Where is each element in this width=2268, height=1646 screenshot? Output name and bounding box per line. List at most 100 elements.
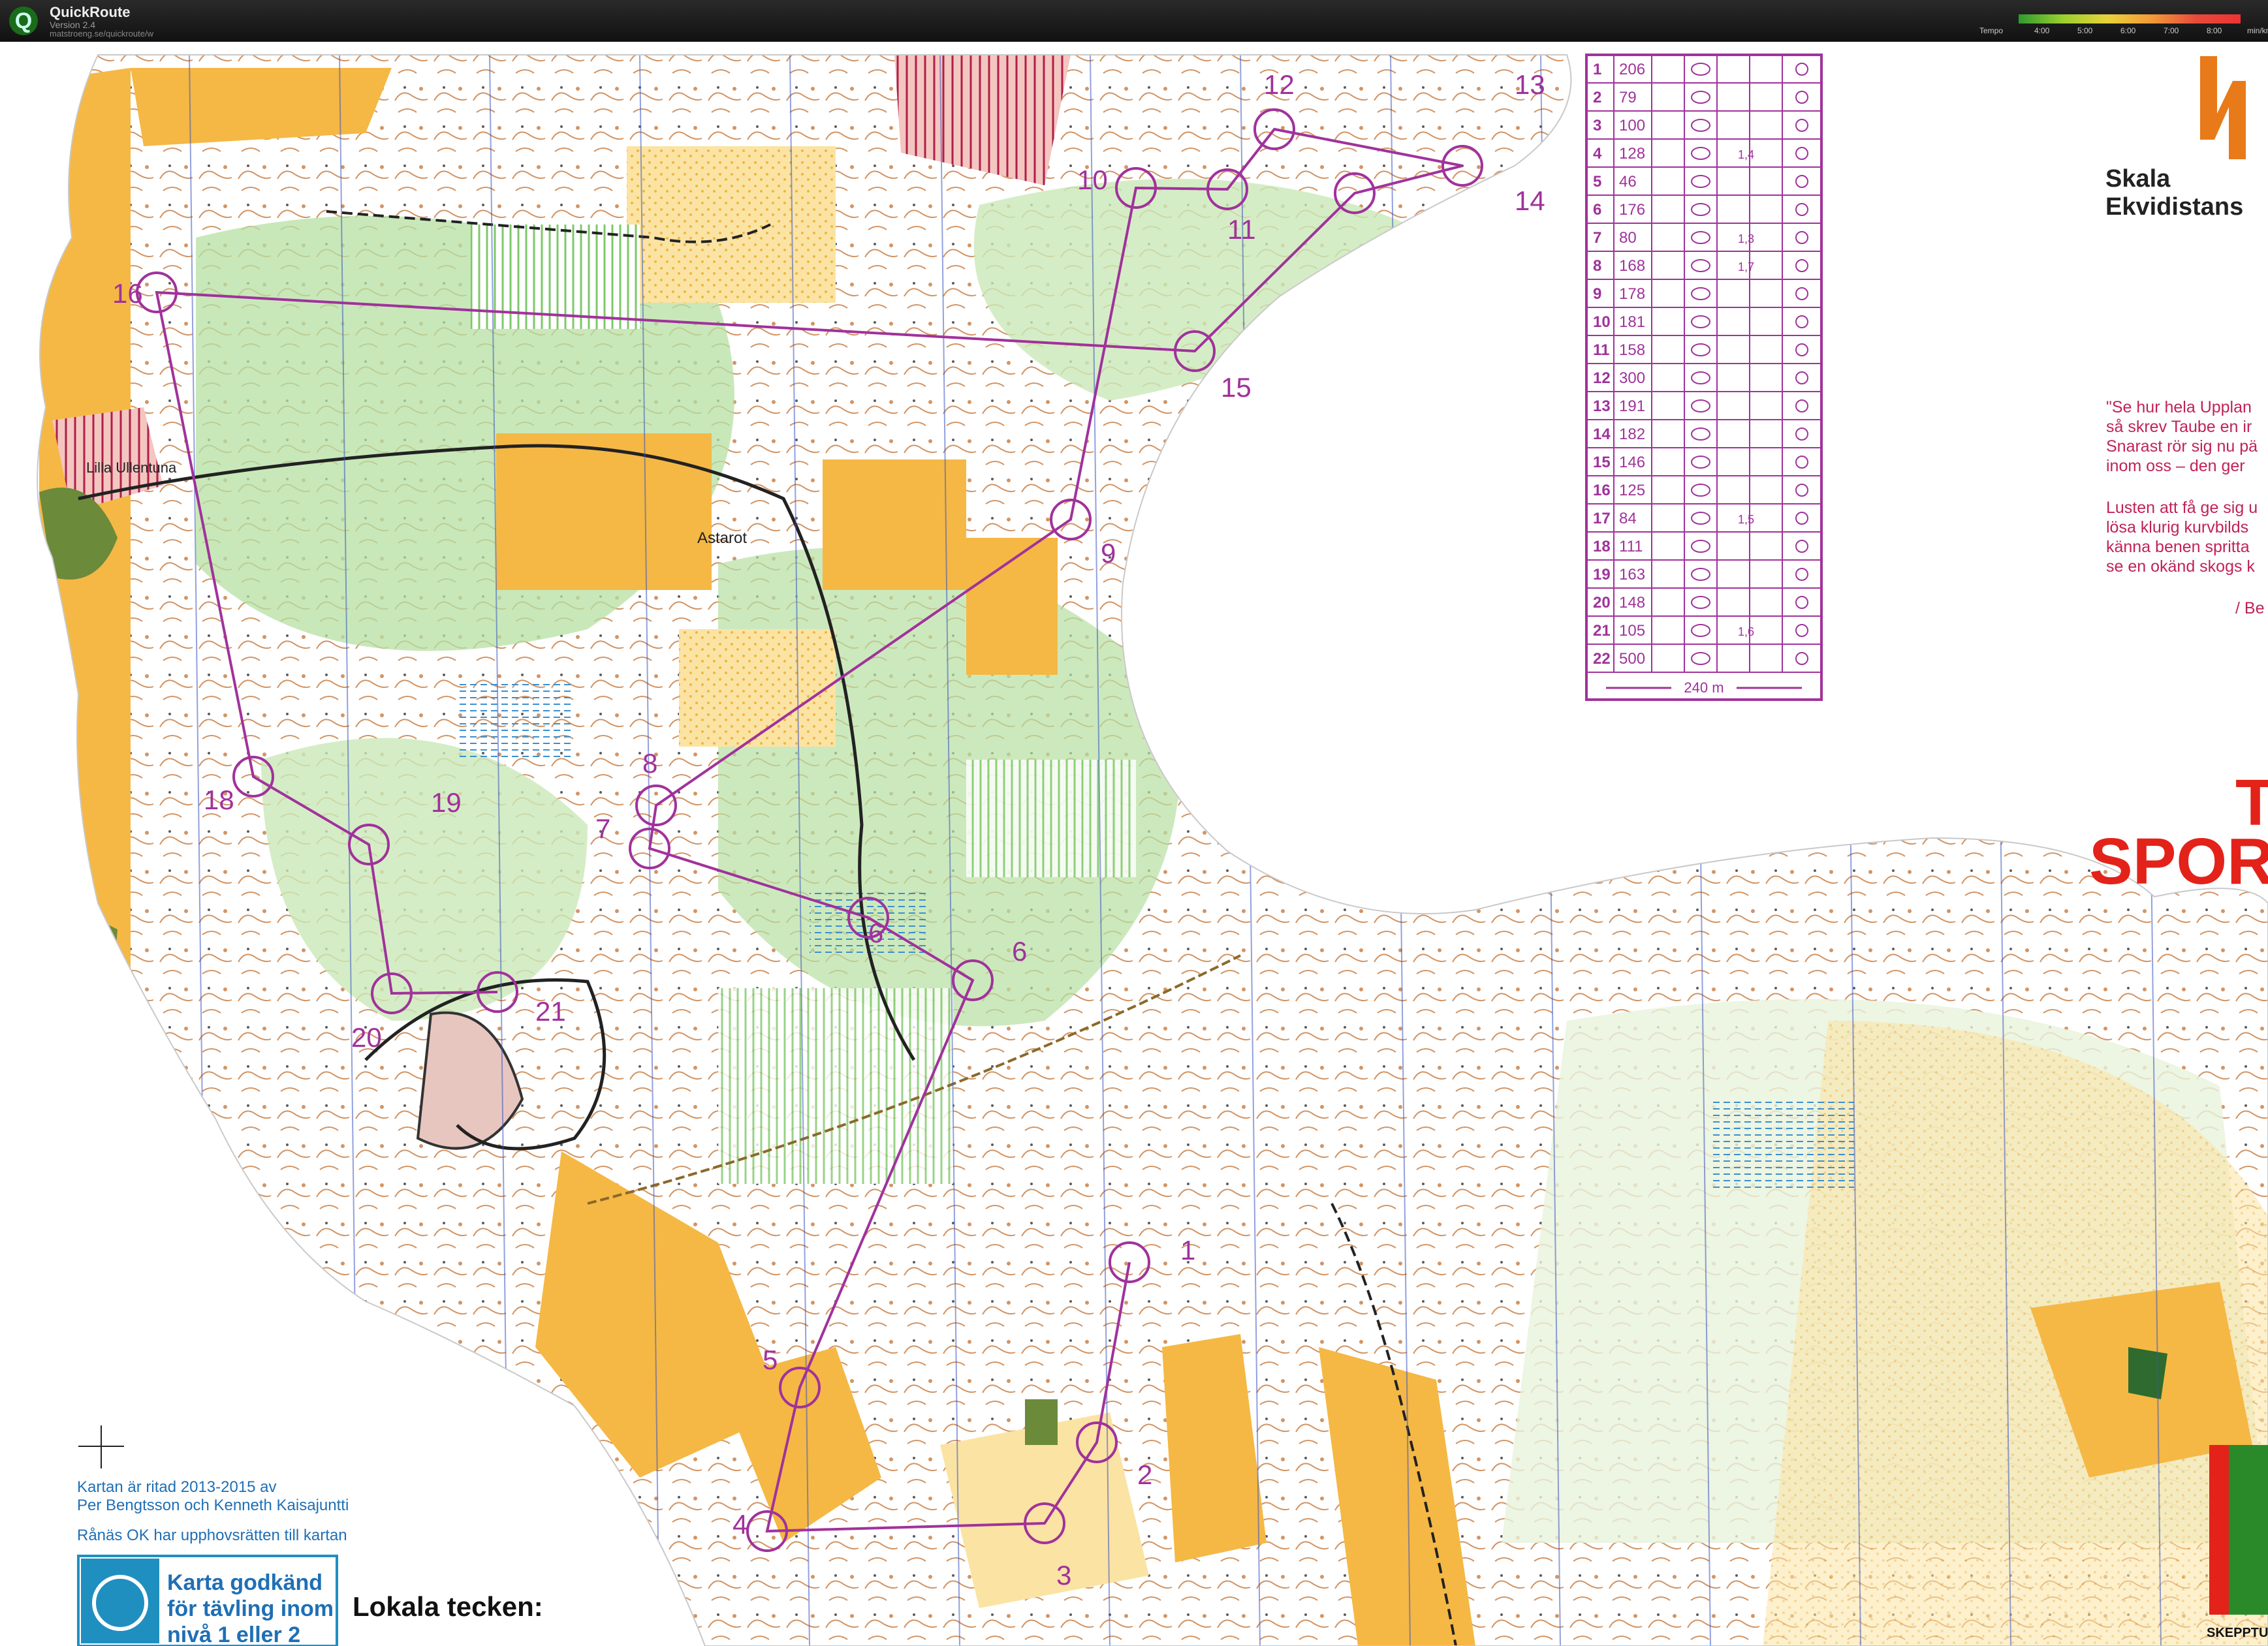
- control-code-cell: 182: [1619, 426, 1645, 443]
- control-number-cell: 8: [1593, 257, 1601, 275]
- control-number-cell: 19: [1593, 566, 1611, 583]
- control-description-table: 1 2062 793 1004 128 1,45 466 1767 80 1,38 168 1,79 1…: [1585, 54, 1823, 701]
- badge-text: Karta godkänd: [167, 1570, 323, 1595]
- control-code-cell: 176: [1619, 201, 1645, 219]
- local-signs-heading: Lokala tecken:: [353, 1591, 543, 1622]
- control-number-label: 7: [595, 813, 610, 844]
- control-number-label: 8: [642, 748, 657, 779]
- control-number-label: 20: [351, 1022, 382, 1053]
- control-number-cell: 6: [1593, 201, 1601, 219]
- control-code-cell: 168: [1619, 257, 1645, 275]
- control-code-cell: 111: [1619, 538, 1643, 555]
- scale-heading: Skala: [2105, 165, 2171, 193]
- control-number-label: 13: [1515, 69, 1545, 100]
- quote-line: Snarast rör sig nu pä: [2106, 437, 2258, 456]
- control-number-cell: 17: [1593, 510, 1611, 527]
- sponsor-logo: [2209, 1445, 2268, 1615]
- control-number-cell: 18: [1593, 538, 1611, 555]
- contour-interval-heading: Ekvidistans: [2105, 193, 2243, 221]
- control-number-label: 16: [112, 278, 143, 309]
- tempo-tick: 5:00: [2077, 26, 2093, 35]
- control-number-cell: 11: [1593, 341, 1609, 359]
- control-number-label: 21: [535, 996, 566, 1027]
- quote-line: "Se hur hela Upplan: [2106, 398, 2252, 416]
- control-code-cell: 191: [1619, 397, 1645, 415]
- course-distance-label: 240 m: [1684, 679, 1724, 696]
- control-code-cell: 105: [1619, 622, 1645, 640]
- control-code-cell: 146: [1619, 454, 1645, 471]
- sponsor-text: SPOR: [2089, 825, 2268, 898]
- badge-text: för tävling inom: [167, 1596, 334, 1621]
- control-number-label: 3: [1056, 1560, 1071, 1591]
- quote-line: lösa klurig kurvbilds: [2106, 518, 2248, 536]
- control-code-cell: 80: [1619, 229, 1637, 247]
- control-number-cell: 20: [1593, 594, 1611, 612]
- control-code-cell: 178: [1619, 285, 1645, 303]
- control-number-cell: 12: [1593, 369, 1611, 387]
- app-title: QuickRoute: [50, 4, 131, 20]
- control-dimension-cell: 1,6: [1738, 625, 1754, 638]
- control-number-label: 12: [1264, 69, 1295, 100]
- control-number-cell: 7: [1593, 229, 1601, 247]
- map-credits: Kartan är ritad 2013-2015 av: [77, 1478, 277, 1496]
- tempo-tick: 8:00: [2207, 26, 2222, 35]
- tempo-tick: 7:00: [2164, 26, 2179, 35]
- app-url: matstroeng.se/quickroute/w: [50, 29, 153, 39]
- quote-signature: / Be: [2235, 599, 2264, 617]
- title-bar: Q QuickRoute Version 2.4 matstroeng.se/q…: [0, 0, 2268, 42]
- control-number-label: 10: [1077, 164, 1108, 195]
- badge-text: nivå 1 eller 2: [167, 1623, 300, 1646]
- control-number-cell: 9: [1593, 285, 1601, 303]
- control-number-label: 1: [1180, 1235, 1195, 1266]
- quote-line: inom oss – den ger: [2106, 457, 2245, 475]
- control-code-cell: 100: [1619, 117, 1645, 134]
- map-canvas[interactable]: 1 2062 793 1004 128 1,45 466 1767 80 1,38 168 1,79 1…: [0, 42, 2268, 1646]
- orienteering-map[interactable]: 1 206 2 79 3 100 4 128 1,4 5 46 6 176 7 80 1,3 8 168 1,7 9 1…: [0, 42, 2268, 1646]
- quote-line: känna benen spritta: [2106, 538, 2250, 556]
- control-number-cell: 3: [1593, 117, 1601, 134]
- control-code-cell: 158: [1619, 341, 1645, 359]
- quickroute-logo-icon: Q: [9, 7, 38, 35]
- control-number-cell: 5: [1593, 173, 1601, 191]
- control-code-cell: 181: [1619, 313, 1645, 331]
- control-number-label: 6: [868, 918, 883, 948]
- control-code-cell: 84: [1619, 510, 1637, 527]
- control-number-cell: 16: [1593, 482, 1611, 499]
- control-number-cell: 1: [1593, 61, 1601, 78]
- control-code-cell: 148: [1619, 594, 1645, 612]
- tempo-tick: 6:00: [2120, 26, 2136, 35]
- control-number-cell: 13: [1593, 397, 1611, 415]
- quote-line: så skrev Taube en ir: [2106, 418, 2252, 436]
- control-number-label: 14: [1515, 185, 1545, 216]
- control-code-cell: 500: [1619, 650, 1645, 668]
- control-number-label: 15: [1221, 372, 1252, 403]
- control-number-label: 6: [1012, 936, 1027, 967]
- control-number-label: 4: [732, 1509, 748, 1540]
- map-credits: Per Bengtsson och Kenneth Kaisajuntti: [77, 1497, 349, 1514]
- control-code-cell: 163: [1619, 566, 1645, 583]
- control-number-label: 18: [204, 784, 234, 815]
- control-code-cell: 206: [1619, 61, 1645, 78]
- control-dimension-cell: 1,5: [1738, 513, 1754, 526]
- control-dimension-cell: 1,4: [1738, 148, 1754, 161]
- control-number-cell: 4: [1593, 145, 1602, 163]
- control-number-label: 11: [1227, 214, 1256, 245]
- tempo-unit: min/km: [2247, 26, 2268, 35]
- control-dimension-cell: 1,7: [1738, 260, 1754, 273]
- quote-line: Lusten att få ge sig u: [2106, 499, 2258, 517]
- tempo-color-scale: [2019, 14, 2241, 23]
- control-code-cell: 125: [1619, 482, 1645, 499]
- control-number-cell: 14: [1593, 426, 1611, 443]
- control-number-cell: 10: [1593, 313, 1611, 331]
- control-dimension-cell: 1,3: [1738, 232, 1754, 245]
- sponsor-small-text: SKEPPTU: [2207, 1626, 2268, 1640]
- control-number-label: 9: [1101, 538, 1116, 568]
- tempo-label: Tempo: [1979, 26, 2004, 35]
- control-number-label: 5: [763, 1344, 778, 1375]
- quote-line: se en okänd skogs k: [2106, 557, 2255, 576]
- control-number-cell: 21: [1593, 622, 1611, 640]
- control-number-cell: 15: [1593, 454, 1611, 471]
- map-copyright: Rånäs OK har upphovsrätten till kartan: [77, 1527, 347, 1544]
- place-name: Astarot: [697, 529, 747, 547]
- control-code-cell: 300: [1619, 369, 1645, 387]
